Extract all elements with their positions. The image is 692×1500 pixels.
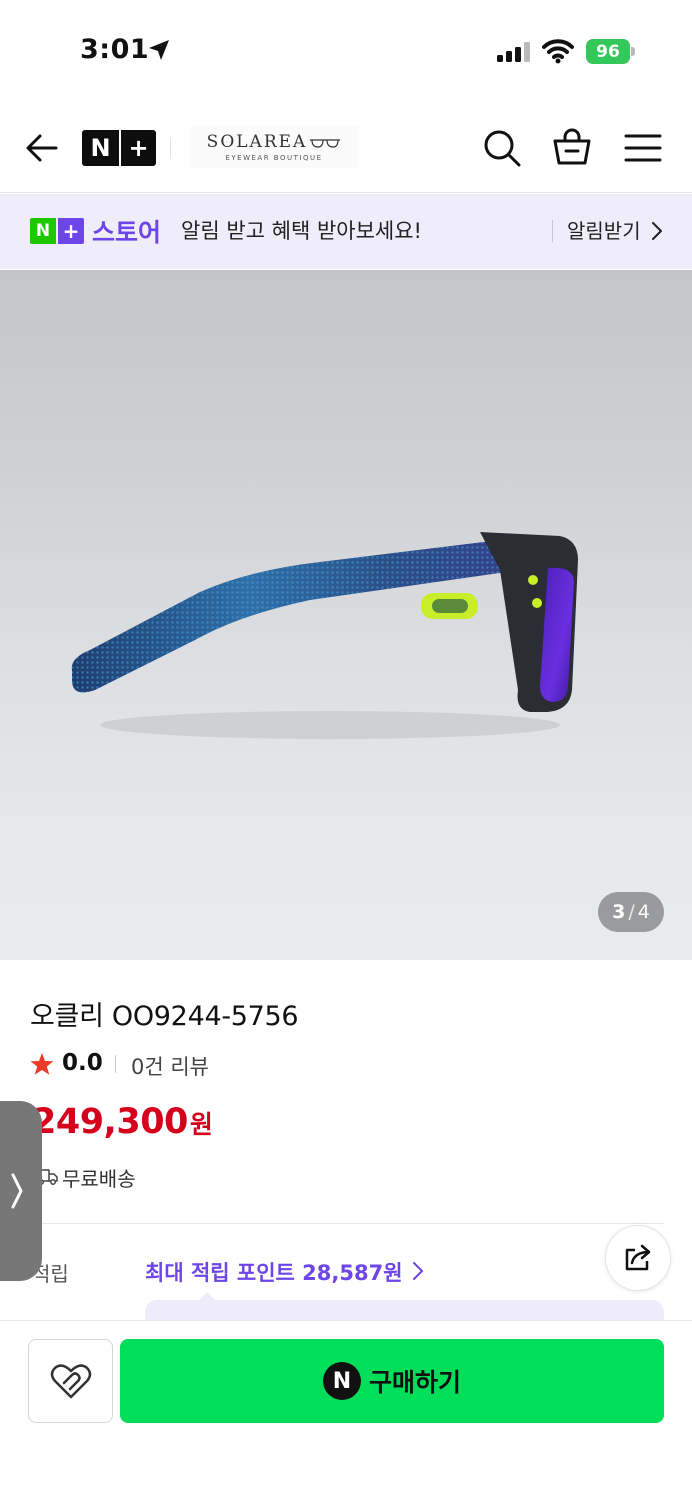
rating-divider — [115, 1055, 116, 1073]
notification-banner[interactable]: N + 스토어 알림 받고 혜택 받아보세요! 알림받기 — [0, 194, 692, 269]
rating-score: 0.0 — [62, 1050, 103, 1076]
chevron-right-icon — [11, 1173, 23, 1209]
shipping-info: 무료배송 — [62, 1167, 136, 1191]
gallery-current: 3 — [612, 901, 626, 923]
battery-level: 96 — [596, 41, 620, 62]
glasses-icon — [310, 138, 341, 148]
location-arrow-icon — [149, 40, 169, 60]
header-divider — [170, 137, 171, 159]
purchase-bar: N 구매하기 — [0, 1320, 692, 1500]
side-drawer-handle[interactable] — [0, 1101, 42, 1281]
battery-cap — [631, 47, 635, 56]
buy-button[interactable]: N 구매하기 — [120, 1339, 664, 1423]
gallery-total: 4 — [637, 901, 650, 923]
search-icon[interactable] — [482, 128, 522, 168]
sunglasses-photo — [71, 532, 578, 739]
status-bar: 3:01 96 — [0, 0, 692, 100]
subscribe-alert-link[interactable]: 알림받기 — [567, 215, 641, 244]
banner-logo-n: N — [30, 218, 56, 244]
chevron-right-icon[interactable] — [651, 221, 663, 241]
signal-icon — [497, 42, 530, 62]
star-icon — [30, 1053, 54, 1075]
chevron-right-icon[interactable] — [412, 1261, 424, 1281]
banner-divider — [552, 220, 553, 242]
banner-nplus-logo: N + — [30, 218, 84, 244]
wifi-icon — [542, 39, 574, 64]
battery-indicator: 96 — [586, 39, 630, 64]
cart-icon[interactable] — [552, 127, 592, 167]
top-navigation: N + SOLAREA EYEWEAR BOUTIQUE — [0, 100, 692, 193]
product-price: 249,300원 — [32, 1102, 213, 1142]
menu-icon[interactable] — [624, 130, 662, 166]
banner-store-label: 스토어 — [92, 218, 162, 247]
product-title: 오클리 OO9244-5756 — [30, 1001, 299, 1032]
review-count[interactable]: 0건 리뷰 — [131, 1051, 209, 1081]
share-icon — [625, 1244, 651, 1271]
banner-logo-plus: + — [58, 218, 84, 244]
store-name: SOLAREA — [190, 126, 358, 152]
banner-message: 알림 받고 혜택 받아보세요! — [181, 219, 422, 243]
share-button[interactable] — [605, 1225, 671, 1291]
price-value: 249,300 — [32, 1102, 188, 1142]
info-divider — [30, 1223, 664, 1224]
max-points-link[interactable]: 최대 적립 포인트 28,587원 — [145, 1257, 403, 1287]
product-image[interactable]: 3 / 4 — [0, 270, 692, 960]
wishlist-button[interactable] — [28, 1339, 113, 1423]
price-unit: 원 — [189, 1110, 213, 1139]
logo-n: N — [90, 134, 111, 162]
heart-icon — [50, 1364, 91, 1399]
product-info: 오클리 OO9244-5756 0.0 0건 리뷰 249,300원 무료배송 … — [0, 960, 692, 1322]
back-arrow-icon[interactable] — [24, 130, 60, 166]
store-subtitle: EYEWEAR BOUTIQUE — [225, 154, 323, 162]
status-time: 3:01 — [80, 34, 150, 65]
nplus-logo[interactable]: N + — [82, 130, 156, 166]
points-detail-bubble — [145, 1300, 664, 1322]
logo-plus: + — [128, 134, 149, 162]
gallery-separator: / — [628, 901, 635, 923]
gallery-page-indicator: 3 / 4 — [598, 892, 664, 932]
buy-label: 구매하기 — [368, 1368, 461, 1397]
npay-icon: N — [322, 1362, 361, 1400]
store-logo[interactable]: SOLAREA EYEWEAR BOUTIQUE — [190, 126, 358, 168]
